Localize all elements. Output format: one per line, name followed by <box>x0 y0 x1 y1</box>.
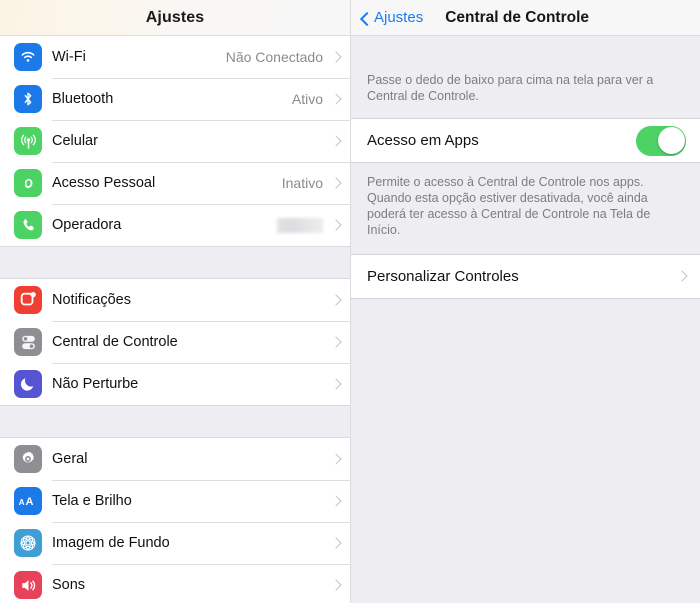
app-access-card: Acesso em Apps <box>351 118 700 163</box>
settings-row-label: Bluetooth <box>52 91 114 107</box>
settings-row-n-o-perturbe[interactable]: Não Perturbe <box>0 363 350 405</box>
detail-page-title: Central de Controle <box>445 8 590 26</box>
wallpaper-flower-icon <box>14 529 42 557</box>
chevron-right-icon <box>332 135 340 148</box>
settings-row-label: Não Perturbe <box>52 376 139 392</box>
settings-row-notifica-es[interactable]: Notificações <box>0 279 350 321</box>
gear-icon <box>14 445 42 473</box>
moon-icon <box>14 370 42 398</box>
settings-group: Wi-Fi Não Conectado Bluetooth Ativo Celular A… <box>0 36 350 246</box>
personal-hotspot-icon <box>14 169 42 197</box>
settings-group: Notificações Central de Controle Não Pertu… <box>0 279 350 405</box>
notifications-icon <box>14 286 42 314</box>
chevron-right-icon <box>332 93 340 106</box>
settings-row-label: Celular <box>52 133 98 149</box>
settings-row-value: Não Conectado <box>225 49 323 65</box>
control-center-detail-panel: Ajustes Central de Controle Passe o dedo… <box>350 0 700 603</box>
settings-row-operadora[interactable]: Operadora <box>0 204 350 246</box>
settings-row-geral[interactable]: Geral <box>0 438 350 480</box>
group-separator <box>0 405 350 438</box>
toggle-knob <box>657 127 685 154</box>
chevron-right-icon <box>332 537 340 550</box>
display-brightness-icon: AA <box>14 487 42 515</box>
back-button[interactable]: Ajustes <box>360 9 423 26</box>
personalizar-controles-label: Personalizar Controles <box>367 268 519 285</box>
settings-row-celular[interactable]: Celular <box>0 120 350 162</box>
wifi-icon <box>14 43 42 71</box>
right-nav-bar: Ajustes Central de Controle <box>351 0 700 36</box>
settings-row-value: Ativo <box>291 91 323 107</box>
svg-text:A: A <box>19 498 25 507</box>
page-title: Ajustes <box>145 8 205 26</box>
settings-row-label: Sons <box>52 577 86 593</box>
chevron-right-icon <box>332 378 340 391</box>
acesso-em-apps-toggle[interactable] <box>636 125 686 156</box>
chevron-right-icon <box>332 294 340 307</box>
svg-text:A: A <box>25 496 33 508</box>
settings-row-label: Tela e Brilho <box>52 493 132 509</box>
chevron-right-icon <box>332 495 340 508</box>
control-center-description: Passe o dedo de baixo para cima na tela … <box>367 73 654 103</box>
acesso-em-apps-label: Acesso em Apps <box>367 132 479 149</box>
chevron-right-icon <box>332 336 340 349</box>
back-button-label: Ajustes <box>374 9 424 26</box>
settings-group: Geral A A Tela e Brilho Imagem de Fundo Sons <box>0 438 350 603</box>
redacted-value <box>277 217 323 233</box>
app-access-footnote: Permite o acesso à Central de Controle n… <box>367 175 651 237</box>
row-acesso-em-apps[interactable]: Acesso em Apps <box>351 119 700 162</box>
settings-row-wi-fi[interactable]: Wi-Fi Não Conectado <box>0 36 350 78</box>
chevron-right-icon <box>332 219 340 232</box>
settings-row-bluetooth[interactable]: Bluetooth Ativo <box>0 78 350 120</box>
settings-row-tela-e-brilho[interactable]: A A Tela e Brilho <box>0 480 350 522</box>
customize-card: Personalizar Controles <box>351 254 700 299</box>
left-nav-bar: Ajustes <box>0 0 350 36</box>
bluetooth-icon <box>14 85 42 113</box>
settings-groups: Wi-Fi Não Conectado Bluetooth Ativo Celular A… <box>0 36 350 603</box>
settings-row-label: Operadora <box>52 217 122 233</box>
settings-list-panel: Ajustes Wi-Fi Não Conectado Bluetooth Ativo… <box>0 0 350 603</box>
settings-row-label: Wi-Fi <box>52 49 86 65</box>
chevron-right-icon <box>678 270 686 283</box>
settings-row-label: Imagem de Fundo <box>52 535 170 551</box>
settings-row-label: Acesso Pessoal <box>52 175 156 191</box>
settings-split-screen: Ajustes Wi-Fi Não Conectado Bluetooth Ativo… <box>0 0 700 603</box>
settings-row-imagem-de-fundo[interactable]: Imagem de Fundo <box>0 522 350 564</box>
group-separator <box>0 246 350 279</box>
phone-icon <box>14 211 42 239</box>
chevron-left-icon <box>360 10 370 26</box>
settings-row-label: Geral <box>52 451 88 467</box>
settings-row-label: Central de Controle <box>52 334 178 350</box>
chevron-right-icon <box>332 51 340 64</box>
settings-row-value: Inativo <box>281 175 323 191</box>
cellular-antenna-icon <box>14 127 42 155</box>
speaker-icon <box>14 571 42 599</box>
chevron-right-icon <box>332 453 340 466</box>
control-center-icon <box>14 328 42 356</box>
chevron-right-icon <box>332 177 340 190</box>
settings-row-central-de-controle[interactable]: Central de Controle <box>0 321 350 363</box>
settings-row-acesso-pessoal[interactable]: Acesso Pessoal Inativo <box>0 162 350 204</box>
chevron-right-icon <box>332 579 340 592</box>
settings-row-sons[interactable]: Sons <box>0 564 350 603</box>
settings-row-label: Notificações <box>52 292 131 308</box>
row-personalizar-controles[interactable]: Personalizar Controles <box>351 255 700 298</box>
